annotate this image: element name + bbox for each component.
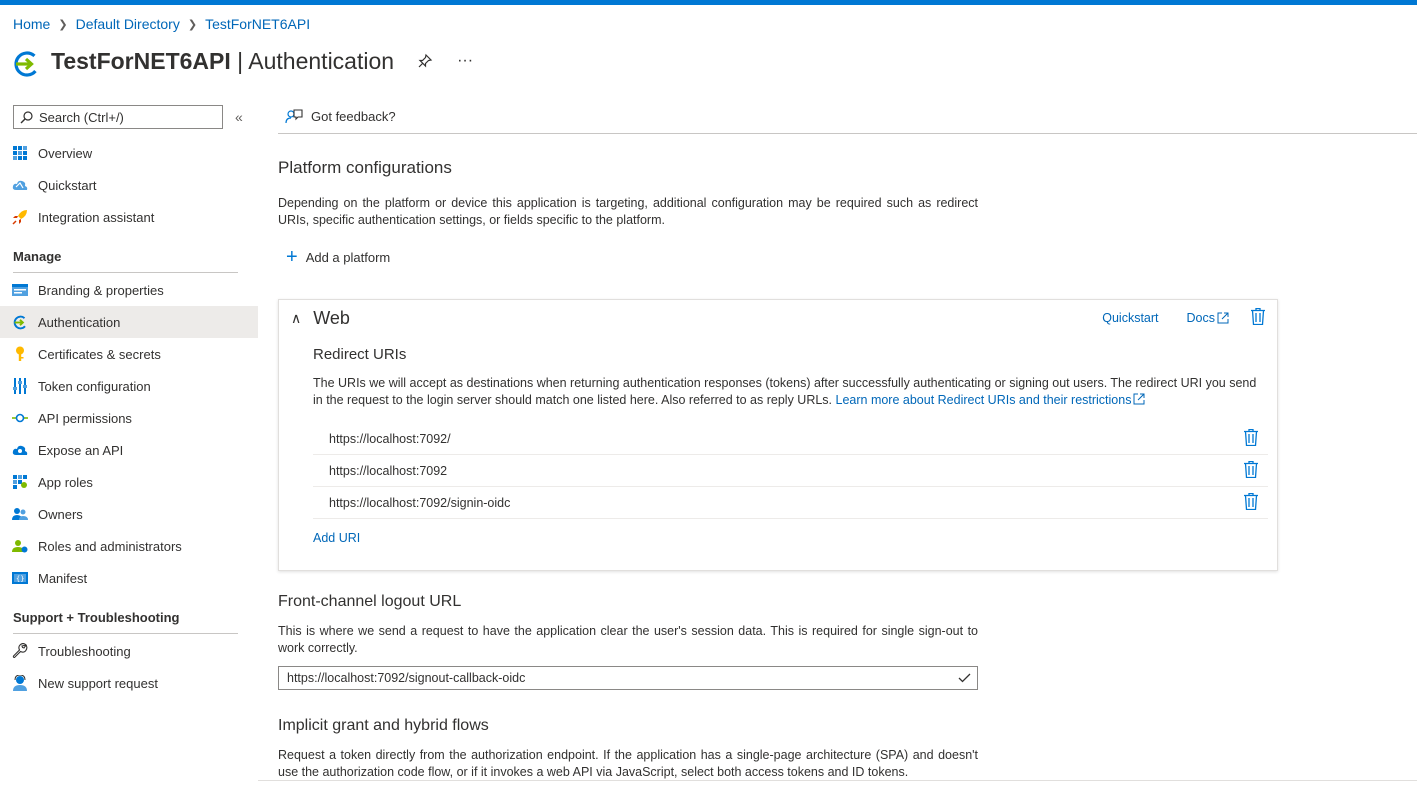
redirect-uri-value[interactable]: https://localhost:7092/signin-oidc: [329, 496, 510, 510]
sidebar-item-manifest[interactable]: {} Manifest: [0, 562, 258, 594]
sidebar-item-authentication[interactable]: Authentication: [0, 306, 258, 338]
sidebar-item-troubleshooting[interactable]: Troubleshooting: [0, 635, 258, 667]
wrench-icon: [12, 643, 28, 659]
implicit-grant-title: Implicit grant and hybrid flows: [278, 717, 489, 734]
token-icon: [12, 378, 28, 394]
sidebar-item-expose-api[interactable]: Expose an API: [0, 434, 258, 466]
main-content: Got feedback? Platform configurations De…: [258, 100, 1417, 786]
delete-uri-icon[interactable]: [1244, 428, 1258, 449]
logout-url-field[interactable]: [278, 666, 978, 690]
chevron-right-icon: ❯: [187, 18, 198, 31]
pin-icon[interactable]: [416, 52, 434, 70]
svg-text:{}: {}: [16, 575, 24, 583]
platform-description: Depending on the platform or device this…: [278, 196, 978, 227]
web-card-title: Web: [313, 308, 350, 328]
external-link-icon: [1217, 312, 1229, 324]
search-input[interactable]: [39, 109, 209, 125]
sidebar: « Overview Quickstart Integration assist…: [0, 100, 258, 786]
chevron-right-icon: ❯: [58, 18, 68, 31]
page-title: TestForNET6API | Authentication: [51, 47, 395, 74]
roles-icon: [12, 538, 28, 554]
sidebar-item-owners[interactable]: Owners: [0, 498, 258, 530]
sidebar-item-integration-assistant[interactable]: Integration assistant: [0, 201, 258, 233]
checkmark-icon: [958, 673, 971, 683]
authentication-app-icon: [14, 51, 40, 77]
overview-icon: [12, 145, 28, 161]
plus-icon: +: [286, 246, 298, 268]
logout-url-input[interactable]: [287, 671, 927, 685]
front-channel-logout-title: Front-channel logout URL: [278, 593, 462, 610]
quickstart-icon: [12, 177, 28, 193]
more-icon[interactable]: ···: [456, 52, 474, 70]
authentication-icon: [12, 314, 28, 330]
docs-link[interactable]: Docs: [1187, 311, 1229, 325]
breadcrumb-home[interactable]: Home: [13, 16, 50, 32]
sidebar-item-token-configuration[interactable]: Token configuration: [0, 370, 258, 402]
rocket-icon: [12, 209, 28, 225]
support-person-icon: [12, 675, 28, 691]
sidebar-section-manage: Manage: [13, 249, 238, 273]
redirect-uri-list: https://localhost:7092/ https://localhos…: [313, 423, 1268, 519]
breadcrumb-app[interactable]: TestForNET6API: [205, 16, 310, 32]
delete-uri-icon[interactable]: [1244, 492, 1258, 513]
add-uri-link[interactable]: Add URI: [313, 531, 360, 545]
sidebar-item-app-roles[interactable]: App roles: [0, 466, 258, 498]
cloud-icon: [12, 442, 28, 458]
sidebar-section-support: Support + Troubleshooting: [13, 610, 238, 634]
sidebar-item-overview[interactable]: Overview: [0, 137, 258, 169]
sidebar-item-roles-administrators[interactable]: Roles and administrators: [0, 530, 258, 562]
branding-icon: [12, 282, 28, 298]
delete-platform-icon[interactable]: [1251, 307, 1265, 328]
api-permissions-icon: [12, 410, 28, 426]
sidebar-item-certificates-secrets[interactable]: Certificates & secrets: [0, 338, 258, 370]
sidebar-item-new-support-request[interactable]: New support request: [0, 667, 258, 699]
search-box[interactable]: [13, 105, 223, 129]
redirect-uri-row: https://localhost:7092/: [313, 423, 1268, 455]
page-header: TestForNET6API | Authentication ···: [13, 44, 474, 78]
breadcrumb-default-directory[interactable]: Default Directory: [76, 16, 180, 32]
collapse-sidebar-icon[interactable]: «: [235, 109, 243, 125]
web-platform-card: ∧ Web Quickstart Docs Redirect URIs The …: [278, 299, 1278, 571]
feedback-icon: [285, 108, 303, 123]
app-roles-icon: [12, 474, 28, 490]
front-channel-logout-description: This is where we send a request to have …: [278, 624, 978, 655]
sidebar-item-branding-properties[interactable]: Branding & properties: [0, 274, 258, 306]
top-accent-bar: [0, 0, 1417, 5]
redirect-uri-row: https://localhost:7092/signin-oidc: [313, 487, 1268, 519]
redirect-uris-title: Redirect URIs: [313, 346, 407, 363]
platform-configurations-title: Platform configurations: [278, 158, 452, 177]
divider: [258, 780, 1417, 781]
quickstart-link[interactable]: Quickstart: [1102, 311, 1158, 325]
redirect-uri-value[interactable]: https://localhost:7092/: [329, 432, 451, 446]
implicit-grant-description: Request a token directly from the author…: [278, 748, 978, 779]
manifest-icon: {}: [12, 570, 28, 586]
command-bar: Got feedback?: [278, 100, 1417, 134]
learn-more-redirect-link[interactable]: Learn more about Redirect URIs and their…: [836, 393, 1146, 407]
add-platform-button[interactable]: + Add a platform: [286, 247, 390, 267]
redirect-uris-description: The URIs we will accept as destinations …: [313, 376, 1257, 407]
feedback-button[interactable]: Got feedback?: [311, 109, 396, 124]
redirect-uri-row: https://localhost:7092: [313, 455, 1268, 487]
breadcrumb: Home ❯ Default Directory ❯ TestForNET6AP…: [13, 16, 310, 32]
key-icon: [12, 346, 28, 362]
sidebar-item-quickstart[interactable]: Quickstart: [0, 169, 258, 201]
delete-uri-icon[interactable]: [1244, 460, 1258, 481]
redirect-uri-value[interactable]: https://localhost:7092: [329, 464, 447, 478]
chevron-up-icon[interactable]: ∧: [291, 310, 301, 327]
sidebar-item-api-permissions[interactable]: API permissions: [0, 402, 258, 434]
search-icon: [20, 110, 33, 123]
external-link-icon: [1133, 393, 1145, 405]
owners-icon: [12, 506, 28, 522]
